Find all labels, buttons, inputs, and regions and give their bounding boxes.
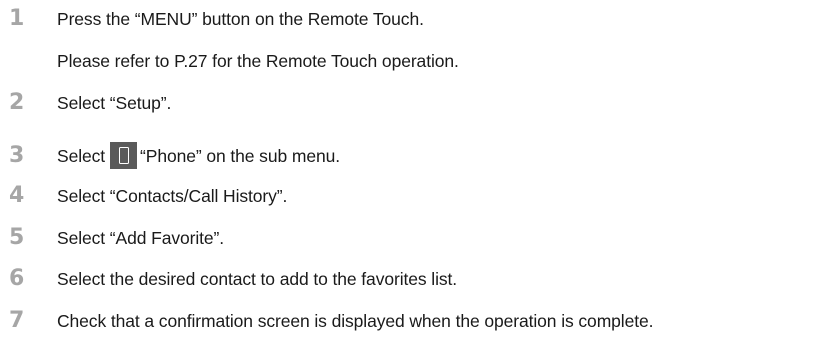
step-text: Press the “MENU” button on the Remote To… <box>57 9 424 29</box>
step-text: Select “Setup”. <box>57 93 172 113</box>
step-7: 7 Check that a confirmation screen is di… <box>0 306 820 336</box>
step-1: 1 Press the “MENU” button on the Remote … <box>0 4 820 34</box>
step-note-text: Please refer to P.27 for the Remote Touc… <box>57 51 459 71</box>
step-5: 5 Select “Add Favorite”. <box>0 223 820 253</box>
step-text: Select “Add Favorite”. <box>57 228 225 248</box>
step-text: Select the desired contact to add to the… <box>57 269 458 289</box>
step-4: 4 Select “Contacts/Call History”. <box>0 181 820 211</box>
step-number: 4 <box>9 183 25 208</box>
step-number: 5 <box>9 225 25 250</box>
step-text: Select “Contacts/Call History”. <box>57 186 288 206</box>
step-2: 2 Select “Setup”. <box>0 88 820 118</box>
step-text: Check that a confirmation screen is disp… <box>57 311 654 331</box>
step-number: 3 <box>9 143 25 168</box>
step-number: 1 <box>9 6 25 31</box>
step-text-before-icon: Select <box>57 146 106 166</box>
step-number: 2 <box>9 90 25 115</box>
step-text-after-icon: “Phone” on the sub menu. <box>140 146 340 166</box>
step-text: Select “Phone” on the sub menu. <box>57 141 340 171</box>
step-3: 3 Select “Phone” on the sub menu. <box>0 141 820 171</box>
step-6: 6 Select the desired contact to add to t… <box>0 264 820 294</box>
instruction-steps: 1 Press the “MENU” button on the Remote … <box>0 0 820 362</box>
phone-icon <box>110 141 138 169</box>
step-number: 6 <box>9 266 25 291</box>
step-number: 7 <box>9 308 25 333</box>
step-1-note: Please refer to P.27 for the Remote Touc… <box>0 46 820 76</box>
